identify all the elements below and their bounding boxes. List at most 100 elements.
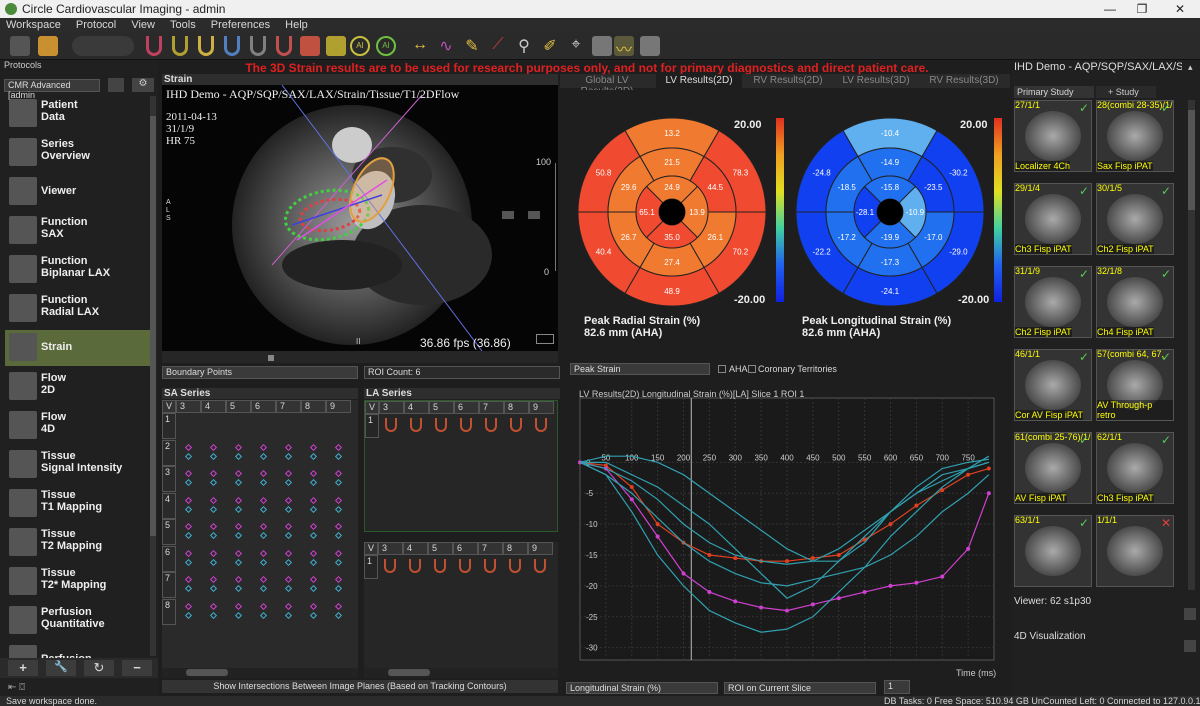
tab-lv-2d[interactable]: LV Results(2D) bbox=[656, 74, 742, 88]
protocol-select[interactable]: CMR Advanced [admin bbox=[4, 79, 100, 100]
tracking-point[interactable] bbox=[234, 452, 243, 460]
tracking-point[interactable] bbox=[309, 452, 318, 460]
tracking-point[interactable] bbox=[309, 584, 318, 593]
rv-epi-icon[interactable] bbox=[224, 36, 240, 56]
la-contour-thumb[interactable] bbox=[459, 559, 471, 573]
tracking-point[interactable] bbox=[334, 584, 343, 593]
tracking-point[interactable] bbox=[259, 478, 268, 487]
tracking-point[interactable] bbox=[334, 575, 343, 584]
series-thumbnail[interactable]: 1/1/1 ✕ bbox=[1096, 515, 1174, 587]
tracking-point[interactable] bbox=[284, 575, 293, 584]
tracking-point[interactable] bbox=[284, 478, 293, 487]
tracking-point[interactable] bbox=[209, 584, 218, 593]
tracking-point[interactable] bbox=[234, 584, 243, 593]
rv-endo-icon[interactable] bbox=[198, 36, 214, 56]
tracking-point[interactable] bbox=[184, 478, 193, 487]
tracking-point[interactable] bbox=[334, 452, 343, 460]
tracking-point[interactable] bbox=[234, 443, 243, 451]
tracking-point[interactable] bbox=[334, 443, 343, 451]
strain-chart[interactable]: LV Results(2D) Longitudinal Strain (%)[L… bbox=[566, 380, 1006, 680]
tracking-point[interactable] bbox=[209, 452, 218, 460]
sidebar-item-series-overview[interactable]: Series Overview bbox=[5, 135, 150, 171]
tab-lv-3d[interactable]: LV Results(3D) bbox=[834, 75, 918, 87]
tracking-point[interactable] bbox=[209, 531, 218, 540]
tracking-point[interactable] bbox=[209, 505, 218, 513]
tracking-point[interactable] bbox=[334, 602, 343, 610]
tracking-point[interactable] bbox=[234, 496, 243, 504]
sidebar-item-t1-mapping[interactable]: Tissue T1 Mapping bbox=[5, 486, 150, 522]
la-contour-thumb[interactable] bbox=[434, 559, 446, 573]
save-protocol-icon[interactable] bbox=[108, 78, 124, 92]
folder-icon[interactable] bbox=[38, 36, 58, 56]
expand-down-icon[interactable] bbox=[1184, 608, 1196, 620]
strain-wave-icon[interactable]: 〰 bbox=[614, 36, 634, 59]
menu-protocol[interactable]: Protocol bbox=[70, 18, 122, 32]
la-contour-thumb[interactable] bbox=[409, 559, 421, 573]
tracking-point[interactable] bbox=[209, 522, 218, 531]
tracking-point[interactable] bbox=[259, 558, 268, 566]
la-contour-thumb[interactable] bbox=[534, 559, 546, 573]
series-thumbnail[interactable]: 29/1/4 Ch3 Fisp iPAT ✓ bbox=[1014, 183, 1092, 255]
image-viewport[interactable]: IHD Demo - AQP/SQP/SAX/LAX/Strain/Tissue… bbox=[162, 85, 558, 351]
coronary-checkbox[interactable] bbox=[748, 365, 756, 373]
series-thumbnail[interactable]: 27/1/1 Localizer 4Ch ✓ bbox=[1014, 100, 1092, 172]
tracking-point[interactable] bbox=[184, 443, 193, 451]
maximize-button[interactable]: ❐ bbox=[1126, 0, 1158, 18]
tracking-point[interactable] bbox=[334, 478, 343, 487]
tab-rv-2d[interactable]: RV Results(2D) bbox=[746, 75, 830, 87]
tracking-point[interactable] bbox=[209, 575, 218, 584]
tracking-point[interactable] bbox=[309, 549, 318, 557]
tracking-point[interactable] bbox=[284, 452, 293, 460]
tracking-point[interactable] bbox=[184, 549, 193, 557]
tracking-point[interactable] bbox=[234, 505, 243, 513]
la-contour-thumb[interactable] bbox=[484, 559, 496, 573]
roi-spinbox[interactable]: 1 bbox=[884, 680, 910, 694]
sidebar-item-patient-data[interactable]: Patient Data bbox=[5, 96, 150, 132]
tracking-point[interactable] bbox=[184, 531, 193, 540]
sidebar-item-strain[interactable]: Strain bbox=[5, 330, 150, 366]
tracking-point[interactable] bbox=[309, 558, 318, 566]
tracking-point[interactable] bbox=[309, 496, 318, 504]
tracking-point[interactable] bbox=[184, 575, 193, 584]
tracking-point[interactable] bbox=[184, 469, 193, 478]
sidebar-item-function-sax[interactable]: Function SAX bbox=[5, 213, 150, 249]
tracking-point[interactable] bbox=[234, 531, 243, 540]
tracking-point[interactable] bbox=[259, 602, 268, 610]
sidebar-item-viewer[interactable]: Viewer bbox=[5, 174, 150, 210]
viewer-splitter[interactable] bbox=[162, 351, 558, 363]
sidebar-item-flow-2d[interactable]: Flow 2D bbox=[5, 369, 150, 405]
la-contour-thumb[interactable] bbox=[410, 418, 422, 432]
tracking-point[interactable] bbox=[334, 496, 343, 504]
tracking-point[interactable] bbox=[184, 505, 193, 513]
tracking-point[interactable] bbox=[209, 478, 218, 487]
tracking-point[interactable] bbox=[234, 611, 243, 619]
tracking-point[interactable] bbox=[309, 469, 318, 478]
series-thumbnail[interactable]: 62/1/1 Ch3 Fisp iPAT ✓ bbox=[1096, 432, 1174, 504]
tracking-point[interactable] bbox=[209, 558, 218, 566]
tracking-point[interactable] bbox=[309, 531, 318, 540]
series-thumbnail[interactable]: 57(combi 64, 67, AV Through-p retro ✓ bbox=[1096, 349, 1174, 421]
tracking-point[interactable] bbox=[284, 505, 293, 513]
show-intersections-button[interactable]: Show Intersections Between Image Planes … bbox=[162, 680, 558, 693]
tracking-point[interactable] bbox=[209, 602, 218, 610]
tracking-point[interactable] bbox=[284, 469, 293, 478]
series-thumbnail[interactable]: 46/1/1 Cor AV Fisp iPAT ✓ bbox=[1014, 349, 1092, 421]
menu-tools[interactable]: Tools bbox=[164, 18, 202, 32]
tracking-point[interactable] bbox=[284, 522, 293, 531]
tracking-point[interactable] bbox=[284, 611, 293, 619]
la-series-grid[interactable]: V3456789 1 bbox=[364, 400, 558, 532]
sa-scrollbar[interactable] bbox=[162, 668, 358, 678]
camera-icon[interactable] bbox=[592, 36, 612, 56]
tracking-point[interactable] bbox=[259, 549, 268, 557]
tracking-point[interactable] bbox=[259, 531, 268, 540]
pointer-icon[interactable]: ✐ bbox=[540, 36, 560, 56]
tracking-point[interactable] bbox=[184, 452, 193, 460]
menu-workspace[interactable]: Workspace bbox=[0, 18, 67, 32]
tracking-point[interactable] bbox=[209, 549, 218, 557]
tracking-point[interactable] bbox=[259, 584, 268, 593]
measure-dropdown[interactable]: Longitudinal Strain (%) bbox=[566, 682, 718, 694]
grid-point-icon[interactable]: ⌖ bbox=[566, 36, 586, 56]
sidebar-item-perfusion-quant[interactable]: Perfusion Quantitative bbox=[5, 603, 150, 639]
tracking-point[interactable] bbox=[209, 496, 218, 504]
tracking-point[interactable] bbox=[259, 469, 268, 478]
